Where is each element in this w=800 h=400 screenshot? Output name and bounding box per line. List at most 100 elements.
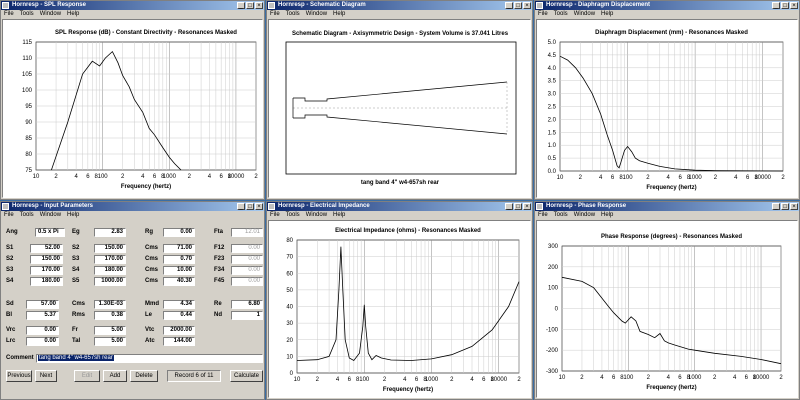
displacement-title: Hornresp - Diaphragm Displacement — [546, 2, 651, 8]
param-value-nd[interactable]: 1 — [231, 311, 263, 320]
chart3-xtick: 10 — [559, 375, 566, 381]
param-value-ang[interactable]: 0.5 x Pi — [35, 228, 65, 237]
chart0-ytick: 80 — [25, 152, 32, 158]
menu-file[interactable]: File — [538, 211, 548, 220]
param-label-tal: Tal — [72, 338, 81, 344]
menu-window[interactable]: Window — [574, 211, 595, 220]
close-icon[interactable]: × — [790, 2, 798, 9]
param-value-s4b[interactable]: 180.00 — [30, 277, 63, 286]
comment-field[interactable]: tang band 4" w4-657sh rear — [36, 354, 263, 363]
menu-help[interactable]: Help — [333, 211, 345, 220]
impedance-titlebar[interactable]: Hornresp - Electrical Impedance _ □ × — [267, 202, 532, 211]
menu-file[interactable]: File — [4, 211, 14, 220]
minimize-icon[interactable]: _ — [237, 2, 245, 9]
param-value-mmd[interactable]: 4.34 — [163, 300, 195, 309]
param-value-s5[interactable]: 1000.00 — [94, 277, 126, 286]
menu-tools[interactable]: Tools — [20, 211, 34, 220]
next-button[interactable]: Next — [35, 370, 57, 382]
param-value-s3b[interactable]: 170.00 — [30, 266, 63, 275]
input-titlebar[interactable]: Hornresp - Input Parameters _ □ × — [1, 202, 264, 211]
menu-help[interactable]: Help — [67, 211, 79, 220]
chart1-series-line — [559, 55, 784, 172]
menu-window[interactable]: Window — [40, 10, 61, 19]
schematic-titlebar[interactable]: Hornresp - Schematic Diagram _ □ × — [267, 1, 532, 10]
edit-button[interactable]: Edit — [74, 370, 100, 382]
menu-tools[interactable]: Tools — [286, 10, 300, 19]
chart0-xtick: 2 — [188, 174, 192, 180]
param-value-re[interactable]: 6.80 — [231, 300, 263, 309]
menu-tools[interactable]: Tools — [286, 211, 300, 220]
delete-button[interactable]: Delete — [130, 370, 158, 382]
chart0-ytick: 95 — [25, 104, 32, 110]
menu-window[interactable]: Window — [306, 10, 327, 19]
param-value-rms[interactable]: 0.38 — [94, 311, 126, 320]
param-value-sd[interactable]: 57.00 — [26, 300, 59, 309]
param-value-bl[interactable]: 5.37 — [26, 311, 59, 320]
param-value-vtc[interactable]: 2000.00 — [163, 326, 195, 335]
phase-titlebar[interactable]: Hornresp - Phase Response _ □ × — [535, 202, 799, 211]
spl-titlebar[interactable]: Hornresp - SPL Response _ □ × — [1, 1, 264, 10]
close-icon[interactable]: × — [523, 203, 531, 210]
param-value-fr[interactable]: 5.00 — [94, 326, 126, 335]
minimize-icon[interactable]: _ — [505, 203, 513, 210]
menu-tools[interactable]: Tools — [554, 10, 568, 19]
param-value-lrc[interactable]: 0.00 — [26, 337, 59, 346]
menu-help[interactable]: Help — [333, 10, 345, 19]
param-value-s2b[interactable]: 150.00 — [30, 255, 63, 264]
chart1-ytick: 5.0 — [548, 40, 557, 46]
minimize-icon[interactable]: _ — [772, 2, 780, 9]
chart3-xlabel: Frequency (hertz) — [646, 385, 696, 391]
add-button[interactable]: Add — [103, 370, 127, 382]
chart3-ytick: -200 — [546, 348, 559, 354]
maximize-icon[interactable]: □ — [781, 2, 789, 9]
chart1-xtick: 2 — [579, 175, 583, 181]
param-value-f45: 0.00 — [231, 277, 263, 286]
maximize-icon[interactable]: □ — [246, 203, 254, 210]
param-value-atc[interactable]: 144.00 — [163, 337, 195, 346]
close-icon[interactable]: × — [790, 203, 798, 210]
maximize-icon[interactable]: □ — [781, 203, 789, 210]
param-value-s1[interactable]: 52.00 — [30, 244, 63, 253]
param-value-le[interactable]: 0.44 — [163, 311, 195, 320]
minimize-icon[interactable]: _ — [772, 203, 780, 210]
menu-file[interactable]: File — [270, 211, 280, 220]
menu-file[interactable]: File — [4, 10, 14, 19]
calculate-button[interactable]: Calculate — [230, 370, 263, 382]
chart3-ytick: -100 — [546, 327, 559, 333]
chart0-ytick: 100 — [22, 88, 33, 94]
param-value-vrc[interactable]: 0.00 — [26, 326, 59, 335]
maximize-icon[interactable]: □ — [514, 203, 522, 210]
menu-window[interactable]: Window — [306, 211, 327, 220]
maximize-icon[interactable]: □ — [514, 2, 522, 9]
param-value-s3[interactable]: 170.00 — [94, 255, 126, 264]
menu-help[interactable]: Help — [67, 10, 79, 19]
menu-window[interactable]: Window — [40, 211, 61, 220]
minimize-icon[interactable]: _ — [505, 2, 513, 9]
menu-help[interactable]: Help — [601, 10, 613, 19]
param-value-s2[interactable]: 150.00 — [94, 244, 126, 253]
param-value-rg[interactable]: 0.00 — [163, 228, 195, 237]
menu-file[interactable]: File — [270, 10, 280, 19]
menu-tools[interactable]: Tools — [20, 10, 34, 19]
param-value-con4[interactable]: 40.30 — [163, 277, 195, 286]
chart2-xtick: 100 — [359, 377, 370, 383]
menu-tools[interactable]: Tools — [554, 211, 568, 220]
param-value-con1[interactable]: 71.00 — [163, 244, 195, 253]
previous-button[interactable]: Previous — [6, 370, 32, 382]
close-icon[interactable]: × — [523, 2, 531, 9]
minimize-icon[interactable]: _ — [237, 203, 245, 210]
param-value-tal[interactable]: 5.00 — [94, 337, 126, 346]
param-value-cms[interactable]: 1.30E-03 — [94, 300, 126, 309]
menu-help[interactable]: Help — [601, 211, 613, 220]
param-value-con3[interactable]: 10.00 — [163, 266, 195, 275]
maximize-icon[interactable]: □ — [246, 2, 254, 9]
menu-window[interactable]: Window — [574, 10, 595, 19]
close-icon[interactable]: × — [255, 2, 263, 9]
menu-file[interactable]: File — [538, 10, 548, 19]
param-value-eg[interactable]: 2.83 — [94, 228, 126, 237]
displacement-titlebar[interactable]: Hornresp - Diaphragm Displacement _ □ × — [535, 1, 799, 10]
horn-upper-wall — [293, 81, 508, 102]
close-icon[interactable]: × — [255, 203, 263, 210]
param-value-s4[interactable]: 180.00 — [94, 266, 126, 275]
param-value-con2[interactable]: 0.70 — [163, 255, 195, 264]
